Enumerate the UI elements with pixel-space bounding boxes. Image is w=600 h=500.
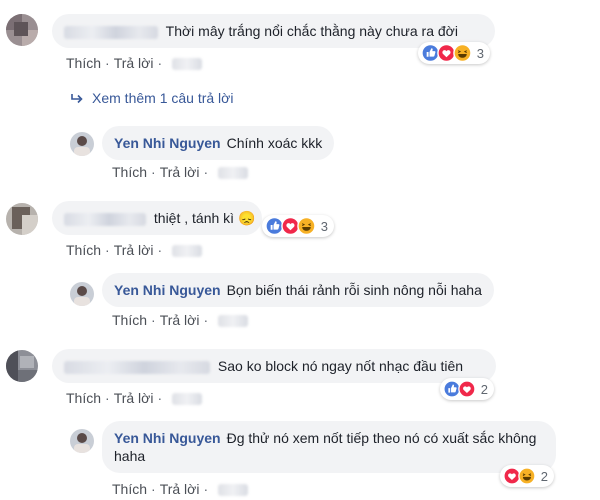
comment-text: Thời mây trắng nổi chắc thằng này chưa r… — [165, 23, 458, 39]
separator-dot: · — [105, 55, 110, 71]
separator-dot: · — [157, 242, 163, 258]
reply-actions: Thích · Trả lời · — [112, 163, 249, 181]
comment-actions: Thích · Trả lời · — [66, 54, 203, 72]
reply-link[interactable]: Trả lời — [114, 390, 154, 406]
reply-author-avatar[interactable] — [70, 282, 94, 306]
reply-author-name[interactable]: Yen Nhi Nguyen — [114, 282, 221, 298]
reply-link[interactable]: Trả lời — [160, 312, 200, 328]
haha-icon — [518, 467, 536, 485]
reaction-count: 2 — [480, 381, 488, 397]
reaction-summary[interactable]: 3 — [262, 215, 334, 237]
blurred-author-name[interactable] — [64, 25, 158, 39]
view-more-replies[interactable]: Xem thêm 1 câu trả lời — [70, 90, 233, 106]
blurred-timestamp[interactable] — [172, 245, 203, 258]
like-link[interactable]: Thích — [66, 242, 101, 258]
reply-link[interactable]: Trả lời — [160, 481, 200, 497]
reply-actions: Thích · Trả lời · — [112, 480, 249, 498]
like-link[interactable]: Thích — [112, 312, 147, 328]
comment-bubble: Sao ko block nó ngay nốt nhạc đầu tiên — [52, 349, 496, 383]
separator-dot: · — [203, 164, 209, 180]
view-more-replies-label: Xem thêm 1 câu trả lời — [92, 90, 234, 106]
reaction-summary[interactable]: 3 — [418, 42, 490, 64]
reaction-summary[interactable]: 2 — [440, 378, 494, 400]
commenter-avatar[interactable] — [6, 203, 38, 235]
reply-author-name[interactable]: Yen Nhi Nguyen — [114, 135, 221, 151]
reply-text: Bọn biến thái rảnh rỗi sinh nông nỗi hah… — [226, 282, 482, 298]
reply-author-avatar[interactable] — [70, 132, 94, 156]
separator-dot: · — [105, 390, 110, 406]
like-link[interactable]: Thích — [66, 390, 101, 406]
blurred-timestamp[interactable] — [172, 393, 203, 406]
reply-author-name[interactable]: Yen Nhi Nguyen — [114, 430, 221, 446]
blurred-timestamp[interactable] — [218, 484, 249, 497]
haha-icon — [297, 216, 316, 236]
comment-text: thiệt , tánh kì 😞 — [153, 210, 256, 226]
separator-dot: · — [151, 481, 156, 497]
love-icon — [458, 380, 476, 398]
reply-bubble: Yen Nhi Nguyen Chính xoác kkk — [102, 126, 335, 160]
comment-text: Sao ko block nó ngay nốt nhạc đầu tiên — [217, 358, 464, 374]
reaction-summary[interactable]: 2 — [500, 465, 554, 487]
separator-dot: · — [151, 164, 156, 180]
separator-dot: · — [157, 55, 163, 71]
reply-link[interactable]: Trả lời — [160, 164, 200, 180]
reply-bubble: Yen Nhi Nguyen Bọn biến thái rảnh rỗi sin… — [102, 273, 494, 307]
blurred-timestamp[interactable] — [218, 315, 249, 328]
reply-bubble: Yen Nhi Nguyen Đg thử nó xem nốt tiếp the… — [102, 421, 556, 473]
like-link[interactable]: Thích — [112, 481, 147, 497]
blurred-author-name[interactable] — [64, 360, 210, 374]
reply-author-avatar[interactable] — [70, 429, 94, 453]
reply-link[interactable]: Trả lời — [114, 55, 154, 71]
separator-dot: · — [105, 242, 110, 258]
like-link[interactable]: Thích — [112, 164, 147, 180]
comment-actions: Thích · Trả lời · — [66, 241, 203, 259]
comment-bubble: thiệt , tánh kì 😞 — [52, 201, 262, 235]
reaction-count: 2 — [540, 468, 548, 484]
reply-arrow-icon — [71, 94, 83, 104]
separator-dot: · — [157, 390, 163, 406]
like-link[interactable]: Thích — [66, 55, 101, 71]
blurred-timestamp[interactable] — [218, 167, 249, 180]
commenter-avatar[interactable] — [6, 350, 38, 382]
reply-actions: Thích · Trả lời · — [112, 311, 249, 329]
reaction-count: 3 — [320, 218, 328, 234]
commenter-avatar[interactable] — [6, 14, 38, 46]
haha-icon — [453, 43, 472, 63]
reply-text: Chính xoác kkk — [226, 135, 323, 151]
blurred-timestamp[interactable] — [172, 58, 203, 71]
separator-dot: · — [203, 481, 209, 497]
blurred-author-name[interactable] — [64, 212, 146, 226]
separator-dot: · — [203, 312, 209, 328]
reaction-count: 3 — [476, 45, 484, 61]
comment-actions: Thích · Trả lời · — [66, 389, 203, 407]
reply-link[interactable]: Trả lời — [114, 242, 154, 258]
separator-dot: · — [151, 312, 156, 328]
